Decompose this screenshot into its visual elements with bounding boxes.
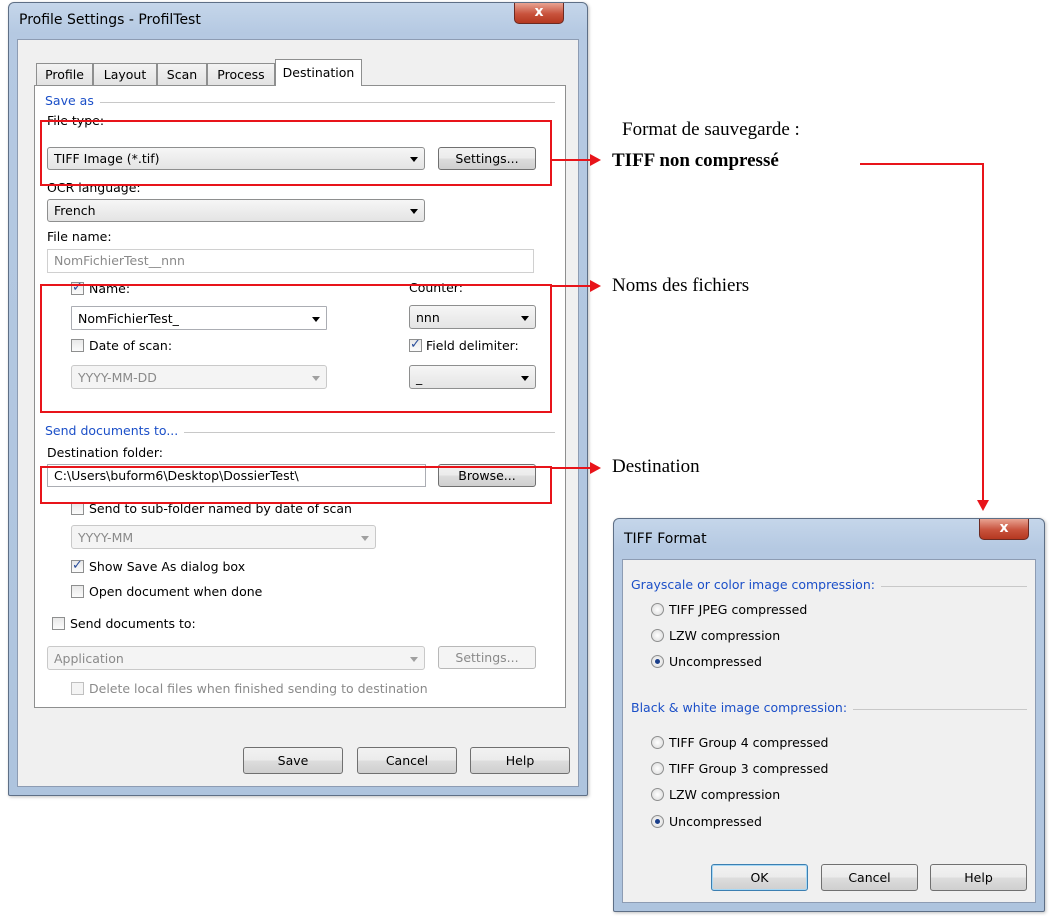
application-value: Application <box>54 651 124 666</box>
help-button[interactable]: Help <box>470 747 570 774</box>
tab-profile[interactable]: Profile <box>36 63 93 85</box>
lzw-label: LZW compression <box>669 628 781 643</box>
format-annotation-bold: TIFF non compressé <box>612 150 779 171</box>
tiff-jpeg-radio[interactable] <box>651 603 664 616</box>
file-names-highlight <box>40 284 552 413</box>
tiff-connector-horizontal <box>860 163 984 165</box>
bw-lzw-radio[interactable] <box>651 788 664 801</box>
tab-destination[interactable]: Destination <box>275 59 362 86</box>
uncompressed-label: Uncompressed <box>669 654 762 669</box>
destination-annotation: Destination <box>612 456 700 477</box>
window-title: Profile Settings - ProfilTest <box>19 12 201 28</box>
format-connector-line <box>550 159 592 161</box>
file-name-value: NomFichierTest__nnn <box>54 253 185 268</box>
group3-label: TIFF Group 3 compressed <box>669 761 829 776</box>
ocr-language-dropdown[interactable]: French <box>47 199 425 222</box>
file-name-field[interactable]: NomFichierTest__nnn <box>47 249 534 273</box>
destination-connector-line <box>550 467 592 469</box>
show-save-as-label: Show Save As dialog box <box>89 559 246 574</box>
tiff-arrow-icon <box>977 500 989 511</box>
chevron-down-icon <box>361 536 369 541</box>
format-annotation: Format de sauvegarde : <box>622 119 800 140</box>
bw-group-label: Black & white image compression: <box>631 700 854 715</box>
bw-lzw-label: LZW compression <box>669 787 781 802</box>
destination-folder-label: Destination folder: <box>47 445 163 460</box>
destination-highlight <box>40 466 552 504</box>
send-documents-group-label: Send documents to... <box>45 423 185 438</box>
group3-radio[interactable] <box>651 762 664 775</box>
tab-process[interactable]: Process <box>207 63 275 85</box>
delete-local-label: Delete local files when finished sending… <box>89 681 428 696</box>
close-button[interactable]: x <box>514 3 564 24</box>
bw-uncompressed-label: Uncompressed <box>669 814 762 829</box>
show-save-as-checkbox[interactable] <box>71 558 84 573</box>
close-icon: x <box>999 520 1009 536</box>
subfolder-format-dropdown[interactable]: YYYY-MM <box>71 525 376 549</box>
chevron-down-icon <box>410 657 418 662</box>
tab-layout[interactable]: Layout <box>93 63 157 85</box>
filenames-arrow-icon <box>590 280 601 292</box>
application-settings-button[interactable]: Settings... <box>438 646 536 669</box>
open-document-checkbox[interactable] <box>71 585 84 598</box>
tiff-connector-vertical <box>982 163 984 501</box>
tiff-dialog-body: Grayscale or color image compression: TI… <box>622 559 1036 903</box>
close-icon: x <box>534 4 544 20</box>
open-document-label: Open document when done <box>89 584 263 599</box>
tiff-help-button[interactable]: Help <box>930 864 1027 891</box>
tab-scan[interactable]: Scan <box>157 63 207 85</box>
subfolder-format-value: YYYY-MM <box>78 530 134 545</box>
tiff-title-bar[interactable]: TIFF Format x <box>614 519 1044 551</box>
tiff-jpeg-label: TIFF JPEG compressed <box>669 602 808 617</box>
format-arrow-icon <box>590 154 601 166</box>
file-name-label: File name: <box>47 229 112 244</box>
file-type-highlight <box>40 120 552 186</box>
save-as-divider <box>45 102 555 103</box>
tiff-cancel-button[interactable]: Cancel <box>821 864 918 891</box>
application-dropdown[interactable]: Application <box>47 646 425 670</box>
tiff-format-window: TIFF Format x Grayscale or color image c… <box>613 518 1045 912</box>
uncompressed-radio[interactable] <box>651 655 664 668</box>
title-bar[interactable]: Profile Settings - ProfilTest x <box>9 3 587 35</box>
group4-label: TIFF Group 4 compressed <box>669 735 829 750</box>
send-documents-to-label: Send documents to: <box>70 616 196 631</box>
cancel-button[interactable]: Cancel <box>357 747 457 774</box>
chevron-down-icon <box>410 209 418 214</box>
delete-local-checkbox[interactable] <box>71 682 84 695</box>
grayscale-group-label: Grayscale or color image compression: <box>631 577 881 592</box>
filenames-connector-line <box>550 285 592 287</box>
ok-button[interactable]: OK <box>711 864 808 891</box>
save-button[interactable]: Save <box>243 747 343 774</box>
ocr-language-value: French <box>54 203 96 218</box>
destination-arrow-icon <box>590 462 601 474</box>
tiff-close-button[interactable]: x <box>979 519 1029 540</box>
save-as-group-label: Save as <box>45 93 100 108</box>
group4-radio[interactable] <box>651 736 664 749</box>
file-names-annotation: Noms des fichiers <box>612 275 750 296</box>
lzw-radio[interactable] <box>651 629 664 642</box>
send-documents-to-checkbox[interactable] <box>52 617 65 630</box>
tiff-window-title: TIFF Format <box>624 531 707 547</box>
bw-uncompressed-radio[interactable] <box>651 815 664 828</box>
